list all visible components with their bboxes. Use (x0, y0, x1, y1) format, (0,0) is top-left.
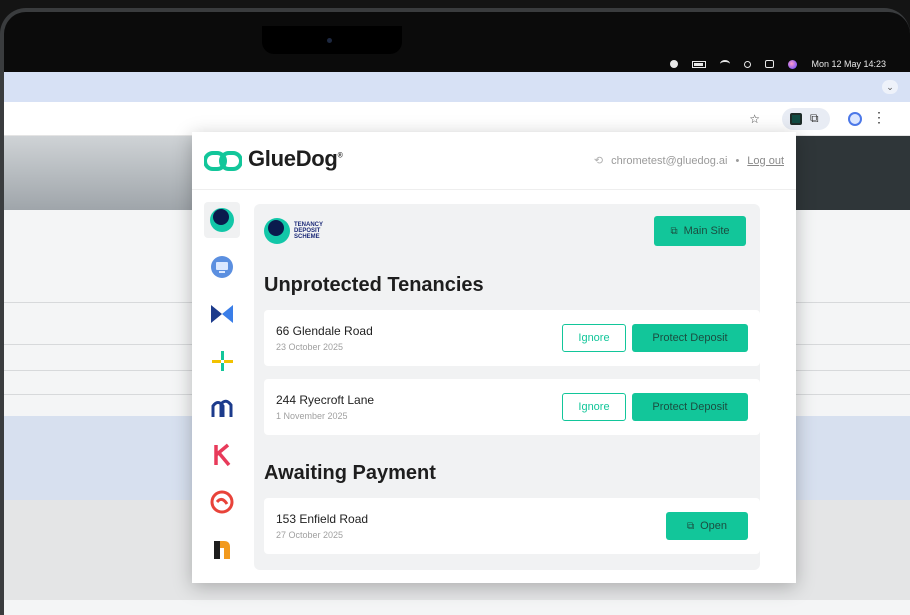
tab-strip: ⌄ (4, 72, 910, 102)
provider-k-icon (214, 443, 231, 467)
external-link-icon: ⧉ (670, 225, 678, 237)
provider-logo-text: TENANCY DEPOSIT SCHEME (294, 222, 324, 240)
wifi-icon[interactable] (720, 60, 731, 68)
tds-logo-icon (264, 218, 290, 244)
ignore-button[interactable]: Ignore (562, 324, 626, 352)
gluedog-extension-popup: GlueDog® ⟲ chrometest@gluedog.ai • Log o… (192, 132, 796, 583)
tab-search-chevron-icon[interactable]: ⌄ (882, 80, 898, 94)
provider-4-icon (212, 351, 233, 371)
siri-icon[interactable] (788, 59, 798, 69)
provider-3-icon (211, 305, 233, 323)
extensions-puzzle-icon[interactable]: ⧉ (810, 111, 819, 126)
sidebar-item-provider-7[interactable] (204, 484, 240, 520)
search-icon[interactable] (744, 60, 752, 68)
menu-dots-icon[interactable]: ⋮ (872, 109, 886, 126)
open-button[interactable]: ⧉ Open (666, 512, 748, 540)
brand-name: GlueDog® (248, 146, 343, 171)
awaiting-heading: Awaiting Payment (264, 462, 436, 484)
sidebar-item-provider-8[interactable] (204, 531, 240, 567)
page-header-dark (796, 136, 910, 210)
sidebar-item-provider-k[interactable] (204, 437, 240, 473)
battery-icon[interactable] (692, 60, 707, 68)
account-bar: ⟲ chrometest@gluedog.ai • Log out (594, 154, 784, 168)
camera-notch (262, 26, 402, 54)
user-icon[interactable] (670, 60, 679, 68)
sidebar-item-tds[interactable] (204, 202, 240, 238)
control-center-icon[interactable] (765, 60, 775, 68)
ignore-button[interactable]: Ignore (562, 393, 626, 421)
extension-gluedog-icon[interactable] (790, 113, 802, 125)
account-email: chrometest@gluedog.ai (611, 154, 728, 167)
provider-panel: TENANCY DEPOSIT SCHEME ⧉ Main Site Unpro… (254, 204, 760, 570)
provider-7-icon (210, 490, 234, 514)
tenancy-address: 66 Glendale Road (276, 324, 373, 338)
tenancy-date: 1 November 2025 (276, 411, 348, 421)
sidebar-item-provider-4[interactable] (204, 343, 240, 379)
provider-logo: TENANCY DEPOSIT SCHEME (264, 218, 323, 244)
protect-deposit-button[interactable]: Protect Deposit (632, 324, 748, 352)
menubar-clock[interactable]: Mon 12 May 14:23 (811, 59, 886, 69)
provider-5-icon (211, 399, 233, 417)
tenancy-card: 244 Ryecroft Lane 1 November 2025 Ignore… (264, 379, 760, 435)
sidebar-item-provider-3[interactable] (204, 296, 240, 332)
sidebar-item-provider-5[interactable] (204, 390, 240, 426)
extensions-area: ⧉ (782, 108, 830, 130)
protect-deposit-button[interactable]: Protect Deposit (632, 393, 748, 421)
tenancy-card: 66 Glendale Road 23 October 2025 Ignore … (264, 310, 760, 366)
provider-sidebar (204, 202, 240, 578)
tds-provider-icon (210, 208, 234, 232)
tenancy-date: 23 October 2025 (276, 342, 344, 352)
profile-icon[interactable] (848, 112, 862, 126)
unprotected-heading: Unprotected Tenancies (264, 274, 484, 296)
popup-header: GlueDog® ⟲ chrometest@gluedog.ai • Log o… (192, 132, 796, 190)
browser-toolbar: ☆ ⧉ ⋮ (4, 102, 910, 136)
tenancy-address: 244 Ryecroft Lane (276, 393, 375, 407)
main-site-button[interactable]: ⧉ Main Site (654, 216, 746, 246)
sidebar-item-provider-2[interactable] (204, 249, 240, 285)
bookmark-star-icon[interactable]: ☆ (749, 112, 760, 126)
sync-icon[interactable]: ⟲ (594, 154, 603, 167)
system-menubar: Mon 12 May 14:23 (670, 56, 886, 72)
logout-link[interactable]: Log out (747, 155, 784, 167)
provider-2-icon (211, 256, 233, 278)
separator-dot: • (735, 154, 740, 167)
camera-icon (327, 38, 332, 43)
payment-address: 153 Enfield Road (276, 512, 369, 526)
payment-date: 27 October 2025 (276, 530, 344, 540)
payment-card: 153 Enfield Road 27 October 2025 ⧉ Open (264, 498, 760, 554)
provider-8-icon (214, 541, 230, 559)
gluedog-logo-icon (204, 151, 242, 171)
external-link-icon: ⧉ (686, 520, 695, 532)
